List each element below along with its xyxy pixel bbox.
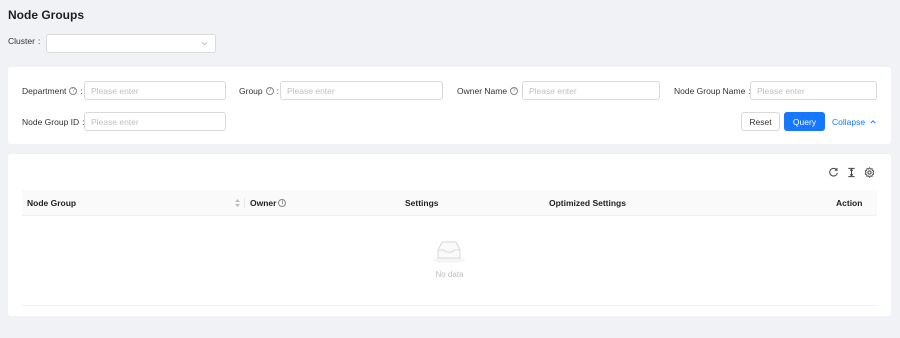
group-input[interactable]	[280, 81, 443, 100]
cluster-label: Cluster:	[8, 36, 40, 46]
department-label: Department ? :	[22, 86, 83, 96]
column-owner-label: Owner	[250, 198, 277, 208]
column-optimized-settings: Optimized Settings	[549, 198, 626, 208]
question-circle-icon[interactable]: ?	[265, 86, 274, 95]
owner-name-label: Owner Name ? :	[457, 86, 523, 96]
owner-name-label-text: Owner Name	[457, 85, 508, 96]
question-circle-icon[interactable]: ?	[510, 86, 519, 95]
query-button[interactable]: Query	[784, 112, 825, 131]
node-group-name-label: Node Group Name :	[674, 86, 751, 96]
empty-inbox-icon	[433, 241, 465, 263]
chevron-down-icon	[201, 41, 208, 46]
colon: :	[276, 85, 279, 96]
colon: :	[80, 85, 83, 96]
column-node-group[interactable]: Node Group	[27, 190, 76, 216]
collapse-label: Collapse	[832, 116, 866, 127]
node-group-name-input[interactable]	[750, 81, 877, 100]
column-divider	[244, 198, 245, 208]
cluster-field: Cluster:	[8, 36, 40, 46]
empty-state: No data	[22, 216, 877, 306]
column-action: Action	[836, 198, 863, 208]
group-label-text: Group	[239, 85, 263, 96]
group-label: Group ? :	[239, 86, 279, 96]
colon: :	[37, 36, 41, 46]
node-group-id-input[interactable]	[84, 112, 226, 131]
department-label-text: Department	[22, 85, 67, 96]
column-height-icon[interactable]	[846, 167, 857, 178]
cluster-label-text: Cluster	[8, 36, 35, 46]
question-circle-icon[interactable]: ?	[69, 86, 78, 95]
node-group-name-label-text: Node Group Name	[674, 85, 746, 96]
group-field: Group ? :	[239, 81, 279, 100]
node-group-name-field: Node Group Name :	[674, 81, 751, 100]
setting-icon[interactable]	[864, 167, 875, 178]
empty-text: No data	[435, 270, 464, 279]
cluster-select[interactable]	[46, 34, 216, 53]
collapse-button[interactable]: Collapse	[832, 112, 880, 131]
column-owner: Owner i	[250, 190, 287, 216]
sort-icon[interactable]	[234, 198, 241, 208]
table-header: Node Group Owner i Settings Optimized Se…	[22, 190, 877, 216]
chevron-up-icon	[870, 119, 876, 124]
info-circle-icon[interactable]: i	[278, 199, 287, 207]
owner-name-input[interactable]	[522, 81, 660, 100]
owner-name-field: Owner Name ? :	[457, 81, 523, 100]
node-group-id-label: Node Group ID :	[22, 117, 85, 127]
filter-panel: Department ? : Group ? : Owner Name ? : …	[8, 67, 891, 144]
table-panel: Node Group Owner i Settings Optimized Se…	[8, 154, 891, 316]
page-title: Node Groups	[8, 8, 85, 22]
reload-icon[interactable]	[828, 167, 839, 178]
department-field: Department ? :	[22, 81, 83, 100]
department-input[interactable]	[84, 81, 226, 100]
node-group-id-label-text: Node Group ID	[22, 116, 80, 127]
column-settings: Settings	[405, 198, 439, 208]
node-group-id-field: Node Group ID :	[22, 112, 85, 131]
reset-button[interactable]: Reset	[741, 112, 780, 131]
